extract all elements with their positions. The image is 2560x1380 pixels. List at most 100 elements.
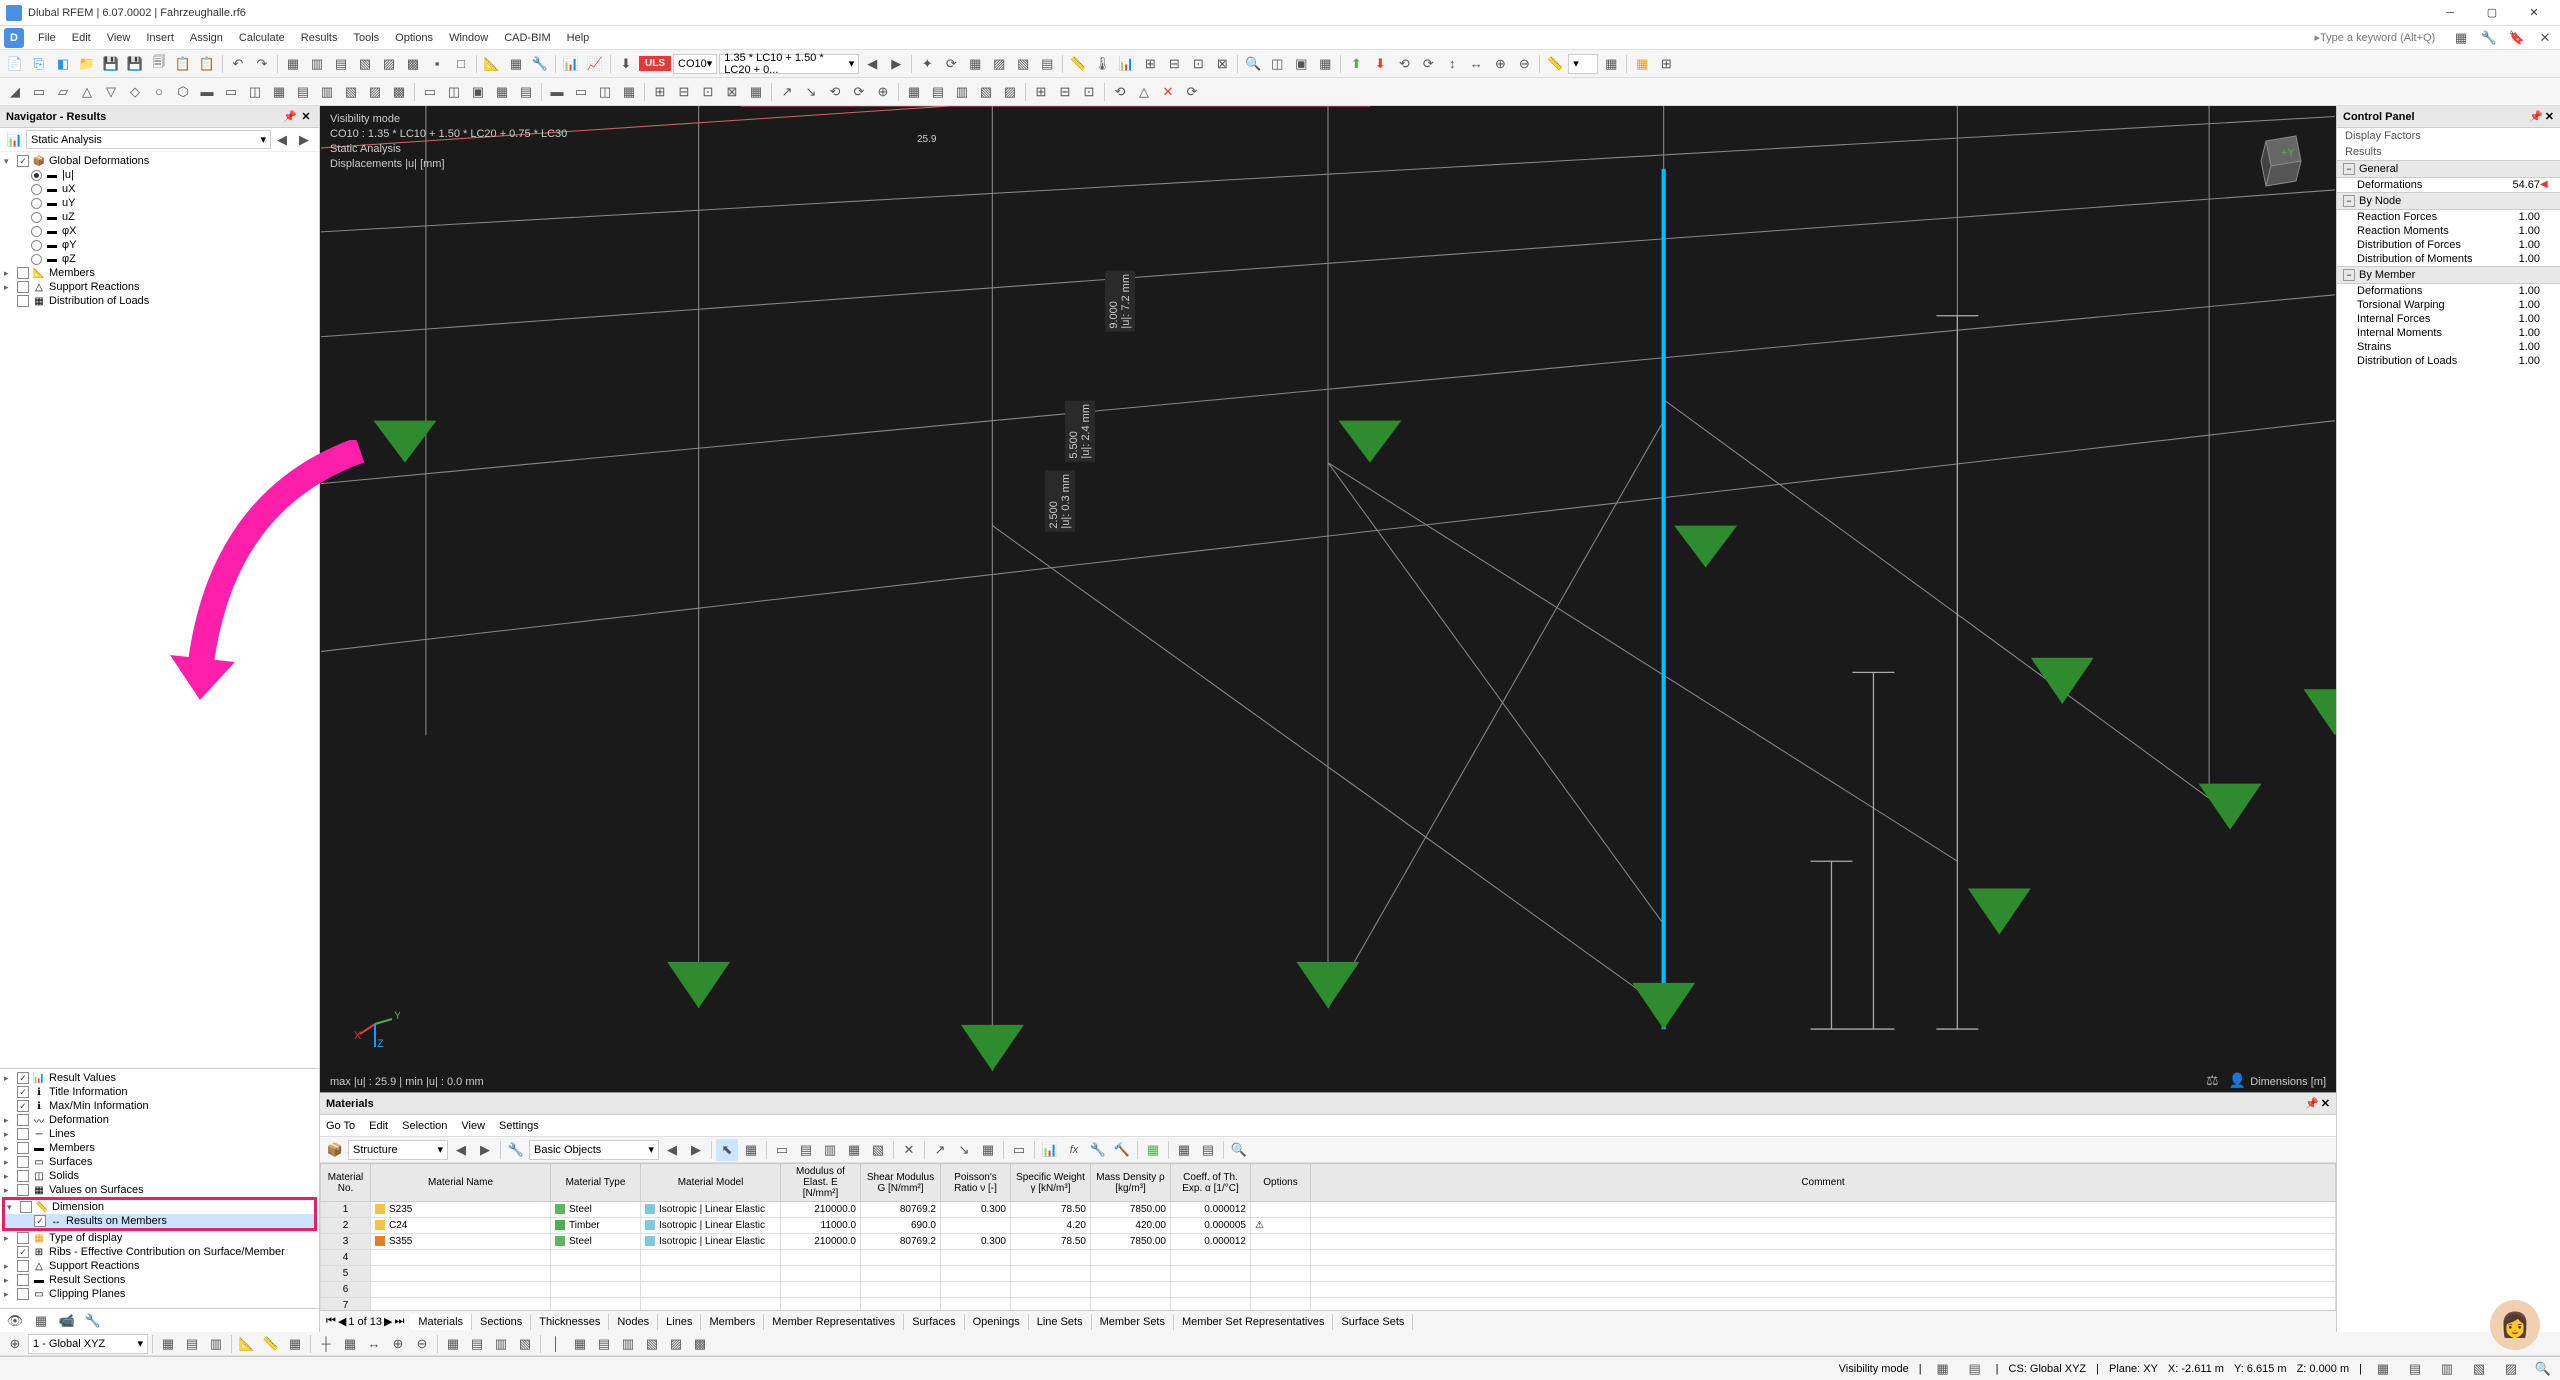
menu-help[interactable]: Help (559, 29, 598, 47)
tool-icon[interactable]: ⊡ (1078, 81, 1100, 103)
nav-tab-icon[interactable]: 🔧 (82, 1310, 104, 1332)
app-icon[interactable]: D (4, 28, 24, 48)
materials-table[interactable]: Material No. Material Name Material Type… (320, 1163, 2336, 1310)
table-row[interactable]: 4 (321, 1250, 2336, 1266)
layout5-icon[interactable]: ▨ (378, 53, 400, 75)
cp-value[interactable]: 1.00 (2500, 285, 2540, 297)
toolbar-icon[interactable]: ▦ (2450, 27, 2472, 49)
cp-value[interactable]: 1.00 (2500, 327, 2540, 339)
layout4-icon[interactable]: ▧ (354, 53, 376, 75)
tab-members[interactable]: Members (701, 1314, 764, 1330)
tree-label[interactable]: Title Information (49, 1086, 127, 1098)
layout7-icon[interactable]: ▪ (426, 53, 448, 75)
tool-icon[interactable]: ⊞ (649, 81, 671, 103)
tool-icon[interactable]: ⬆ (1345, 53, 1367, 75)
nav-tab-icon[interactable]: 📹 (56, 1310, 78, 1332)
tab-surface-sets[interactable]: Surface Sets (1333, 1314, 1413, 1330)
search-icon[interactable]: 🔍 (1228, 1139, 1250, 1161)
search-box[interactable]: ▸ (2314, 31, 2440, 44)
tool-icon[interactable]: fx (1063, 1139, 1085, 1161)
checkbox[interactable] (17, 1232, 29, 1244)
cp-value[interactable]: 1.00 (2500, 341, 2540, 353)
tool-icon[interactable]: ▧ (2468, 1358, 2490, 1380)
close-icon[interactable]: ✕ (2321, 1097, 2330, 1110)
open-icon[interactable]: ⎘ (28, 53, 50, 75)
tree-label[interactable]: Result Sections (49, 1274, 125, 1286)
tree-label[interactable]: Dimension (52, 1201, 104, 1213)
tree-label[interactable]: Deformation (49, 1114, 109, 1126)
tool-icon[interactable]: 🔨 (1111, 1139, 1133, 1161)
cp-value[interactable]: 1.00 (2500, 239, 2540, 251)
tool-icon[interactable]: ▤ (1036, 53, 1058, 75)
tool-icon[interactable]: ▬ (546, 81, 568, 103)
cp-value[interactable]: 1.00 (2500, 253, 2540, 265)
new-icon[interactable]: 📄 (4, 53, 26, 75)
tool-icon[interactable]: ▧ (975, 81, 997, 103)
calc2-icon[interactable]: 📈 (584, 53, 606, 75)
pin-icon[interactable]: 📌 (2305, 1097, 2319, 1110)
tool-icon[interactable]: ↔ (1465, 53, 1487, 75)
object-icon[interactable]: 🔧 (505, 1139, 527, 1161)
tool-icon[interactable]: ▧ (340, 81, 362, 103)
tool-icon[interactable]: ⊟ (1054, 81, 1076, 103)
tool-icon[interactable]: ⊟ (1163, 53, 1185, 75)
tool-icon[interactable]: ▨ (2500, 1358, 2522, 1380)
tree-label[interactable]: Max/Min Information (49, 1100, 149, 1112)
combo-dropdown[interactable]: 1.35 * LC10 + 1.50 * LC20 + 0... ▾ (719, 54, 859, 74)
table-row[interactable]: 5 (321, 1266, 2336, 1282)
tool-icon[interactable]: ▭ (419, 81, 441, 103)
tool-icon[interactable]: ↘ (953, 1139, 975, 1161)
tree-label[interactable]: uX (62, 183, 75, 195)
tool-icon[interactable]: ▨ (988, 53, 1010, 75)
radio[interactable] (31, 212, 42, 223)
next-icon[interactable]: ▶ (685, 1139, 707, 1161)
menu-results[interactable]: Results (293, 29, 346, 47)
tool-icon[interactable]: ▦ (284, 1333, 306, 1355)
tool-icon[interactable]: ▩ (388, 81, 410, 103)
undo-icon[interactable]: ↶ (227, 53, 249, 75)
tab-surfaces[interactable]: Surfaces (904, 1314, 964, 1330)
collapse-icon[interactable]: − (2343, 195, 2355, 207)
tool-icon[interactable]: ✦ (916, 53, 938, 75)
tool-icon[interactable]: ▧ (1012, 53, 1034, 75)
tool-icon[interactable]: ▦ (1600, 53, 1622, 75)
tool-icon[interactable]: ⟳ (1417, 53, 1439, 75)
tool-icon[interactable]: ⊠ (1211, 53, 1233, 75)
menu-calculate[interactable]: Calculate (231, 29, 293, 47)
checkbox[interactable] (17, 1072, 29, 1084)
radio[interactable] (31, 254, 42, 265)
tree-label[interactable]: uZ (62, 211, 75, 223)
tool-icon[interactable]: ▭ (1008, 1139, 1030, 1161)
tool-icon[interactable]: ▤ (2404, 1358, 2426, 1380)
mat-menu-selection[interactable]: Selection (402, 1120, 447, 1132)
tree-label[interactable]: Support Reactions (49, 1260, 140, 1272)
collapse-icon[interactable]: − (2343, 269, 2355, 281)
tool-icon[interactable]: ▥ (316, 81, 338, 103)
pin-icon[interactable]: 📌 (283, 110, 297, 124)
pin-icon[interactable]: 📌 (2529, 110, 2543, 123)
checkbox[interactable] (17, 1170, 29, 1182)
checkbox[interactable] (17, 295, 29, 307)
tool-icon[interactable]: ⊞ (1030, 81, 1052, 103)
checkbox[interactable] (34, 1215, 46, 1227)
collapse-icon[interactable]: − (2343, 163, 2355, 175)
redo-icon[interactable]: ↷ (251, 53, 273, 75)
tool-icon[interactable]: ↗ (929, 1139, 951, 1161)
tab-openings[interactable]: Openings (965, 1314, 1029, 1330)
next-icon[interactable]: ▶ (474, 1139, 496, 1161)
tool-icon[interactable]: ▦ (157, 1333, 179, 1355)
tree-label[interactable]: Global Deformations (49, 155, 149, 167)
prev-icon[interactable]: ◀ (661, 1139, 683, 1161)
checkbox[interactable] (17, 1246, 29, 1258)
tool-icon[interactable]: ▥ (490, 1333, 512, 1355)
tree-label[interactable]: Lines (49, 1128, 75, 1140)
tool-icon[interactable]: ▣ (1290, 53, 1312, 75)
next-icon[interactable]: ▶ (885, 53, 907, 75)
tool-icon[interactable]: ▦ (268, 81, 290, 103)
tool-icon[interactable]: ⊡ (1187, 53, 1209, 75)
close-button[interactable]: ✕ (2514, 2, 2554, 24)
radio[interactable] (31, 170, 42, 181)
tool-icon[interactable]: ▤ (1964, 1358, 1986, 1380)
uls-badge[interactable]: ULS (639, 56, 671, 71)
tree-label[interactable]: Members (49, 267, 95, 279)
